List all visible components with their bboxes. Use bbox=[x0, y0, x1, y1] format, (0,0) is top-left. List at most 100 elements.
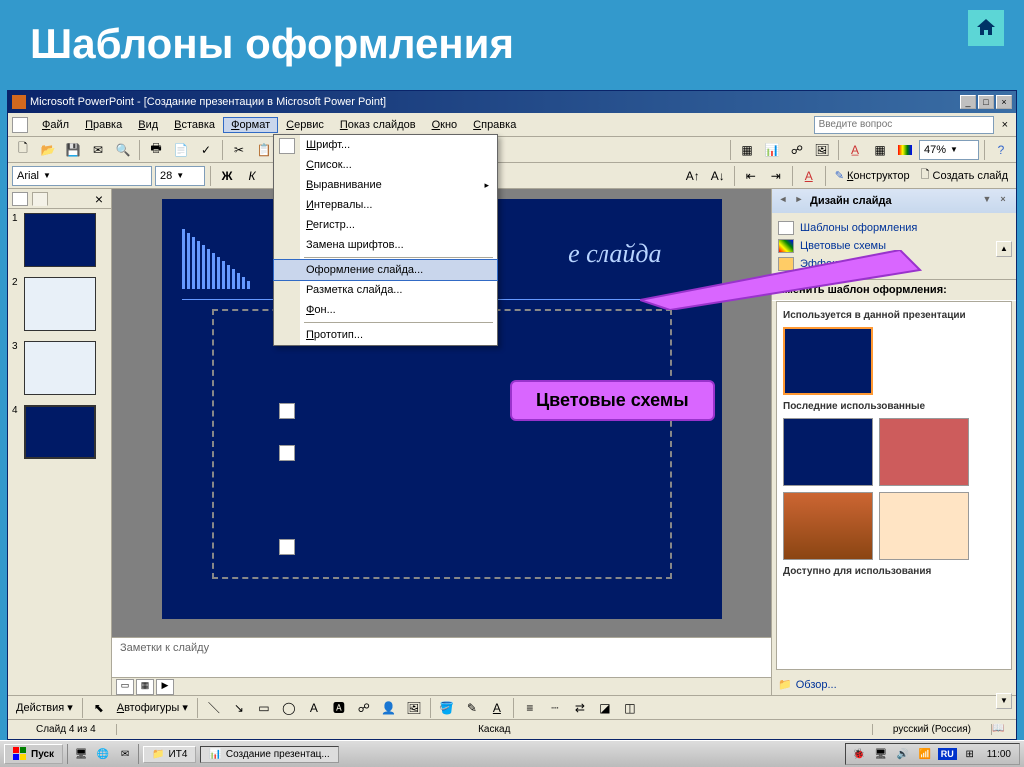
slideshow-view-icon[interactable]: ▶ bbox=[156, 679, 174, 695]
arrow-style-icon[interactable]: ⇄ bbox=[569, 697, 591, 719]
table-icon[interactable]: ▦ bbox=[736, 139, 758, 161]
slide-thumb-1[interactable] bbox=[24, 213, 96, 267]
browse-link[interactable]: 📁 Обзор... bbox=[772, 674, 1016, 695]
menu-view[interactable]: Вид bbox=[130, 117, 166, 133]
start-button[interactable]: Пуск bbox=[4, 744, 63, 764]
scroll-up-icon[interactable]: ▲ bbox=[996, 241, 1012, 257]
zoom-select[interactable]: 47%▼ bbox=[919, 140, 979, 160]
save-icon[interactable]: 💾 bbox=[62, 139, 84, 161]
tray-icon[interactable]: ⊞ bbox=[961, 745, 979, 763]
font-color-icon[interactable]: A bbox=[798, 165, 820, 187]
close-button[interactable]: × bbox=[996, 95, 1012, 109]
menu-slide-design[interactable]: Оформление слайда... bbox=[273, 259, 498, 281]
normal-view-icon[interactable]: ▭ bbox=[116, 679, 134, 695]
notes-area[interactable]: Заметки к слайду bbox=[112, 637, 771, 677]
recolor-icon[interactable]: A̲ bbox=[844, 139, 866, 161]
menu-replace-fonts[interactable]: Замена шрифтов... bbox=[274, 235, 497, 255]
panel-close-button[interactable]: × bbox=[91, 191, 107, 207]
forward-icon[interactable]: ► bbox=[792, 194, 806, 208]
clipart-icon[interactable]: 👤 bbox=[378, 697, 400, 719]
tray-icon[interactable]: 📶 bbox=[916, 745, 934, 763]
font-size-select[interactable]: 28▼ bbox=[155, 166, 205, 186]
rectangle-icon[interactable]: ▭ bbox=[253, 697, 275, 719]
tray-icon[interactable]: 🐞 bbox=[850, 745, 868, 763]
tray-icon[interactable]: 🔊 bbox=[894, 745, 912, 763]
increase-font-icon[interactable]: A↑ bbox=[682, 165, 704, 187]
minimize-button[interactable]: _ bbox=[960, 95, 976, 109]
link-templates[interactable]: Шаблоны оформления bbox=[778, 219, 1010, 237]
menu-edit[interactable]: Правка bbox=[77, 117, 130, 133]
menu-list[interactable]: Список... bbox=[274, 155, 497, 175]
grid-icon[interactable]: ▦ bbox=[869, 139, 891, 161]
sorter-view-icon[interactable]: ▦ bbox=[136, 679, 154, 695]
document-icon[interactable] bbox=[12, 117, 28, 133]
line-icon[interactable]: ＼ bbox=[203, 697, 225, 719]
dropdown-icon[interactable]: ▼ bbox=[980, 194, 994, 208]
preview-icon[interactable]: 📄 bbox=[170, 139, 192, 161]
menu-window[interactable]: Окно bbox=[424, 117, 466, 133]
color-icon[interactable] bbox=[894, 139, 916, 161]
dash-style-icon[interactable]: ┈ bbox=[544, 697, 566, 719]
picture-icon[interactable]: 🖼 bbox=[403, 697, 425, 719]
chart-icon[interactable]: 📊 bbox=[761, 139, 783, 161]
decrease-indent-icon[interactable]: ⇤ bbox=[740, 165, 762, 187]
outline-tab-icon[interactable] bbox=[12, 192, 28, 206]
help-icon[interactable]: ? bbox=[990, 139, 1012, 161]
search-icon[interactable]: 🔍 bbox=[112, 139, 134, 161]
font-color-icon[interactable]: A bbox=[486, 697, 508, 719]
menu-alignment[interactable]: Выравнивание▸ bbox=[274, 175, 497, 195]
home-button[interactable] bbox=[968, 10, 1004, 46]
menu-slide-layout[interactable]: Разметка слайда... bbox=[274, 280, 497, 300]
mdi-close-button[interactable]: × bbox=[998, 119, 1012, 131]
3d-icon[interactable]: ◫ bbox=[619, 697, 641, 719]
tray-icon[interactable]: 🖥 bbox=[872, 745, 890, 763]
back-icon[interactable]: ◄ bbox=[776, 194, 790, 208]
oval-icon[interactable]: ◯ bbox=[278, 697, 300, 719]
line-color-icon[interactable]: ✎ bbox=[461, 697, 483, 719]
maximize-button[interactable]: □ bbox=[978, 95, 994, 109]
template-thumb[interactable] bbox=[783, 418, 873, 486]
scroll-down-icon[interactable]: ▼ bbox=[996, 693, 1012, 695]
menu-case[interactable]: Регистр... bbox=[274, 215, 497, 235]
menu-format[interactable]: Формат bbox=[223, 117, 278, 133]
menu-tools[interactable]: Сервис bbox=[278, 117, 332, 133]
clipart-icon[interactable]: 🖼 bbox=[811, 139, 833, 161]
diagram-icon[interactable]: ☍ bbox=[353, 697, 375, 719]
menu-background[interactable]: Фон... bbox=[274, 300, 497, 320]
menu-font[interactable]: Шрифт... bbox=[274, 135, 497, 155]
spellcheck-status-icon[interactable]: 📖 bbox=[992, 723, 1008, 737]
italic-icon[interactable]: К bbox=[241, 165, 263, 187]
template-thumb[interactable] bbox=[879, 418, 969, 486]
taskbar-folder[interactable]: 📁 ИТ4 bbox=[143, 746, 196, 763]
new-slide-button[interactable]: 🗋Создать слайд bbox=[917, 166, 1012, 185]
pointer-icon[interactable]: ⬉ bbox=[88, 697, 110, 719]
print-icon[interactable]: 🖶 bbox=[145, 139, 167, 161]
menu-slideshow[interactable]: Показ слайдов bbox=[332, 117, 424, 133]
mail-icon[interactable]: ✉ bbox=[87, 139, 109, 161]
copy-icon[interactable]: 📋 bbox=[253, 139, 275, 161]
menu-help[interactable]: Справка bbox=[465, 117, 524, 133]
slides-tab-icon[interactable] bbox=[32, 192, 48, 206]
outlook-icon[interactable]: ✉ bbox=[116, 745, 134, 763]
open-icon[interactable]: 📂 bbox=[37, 139, 59, 161]
ie-icon[interactable]: 🌐 bbox=[94, 745, 112, 763]
orgchart-icon[interactable]: ☍ bbox=[786, 139, 808, 161]
menu-intervals[interactable]: Интервалы... bbox=[274, 195, 497, 215]
taskbar-app[interactable]: 📊 Создание презентац... bbox=[200, 746, 338, 763]
menu-master[interactable]: Прототип... bbox=[274, 325, 497, 345]
slide-thumb-2[interactable] bbox=[24, 277, 96, 331]
cut-icon[interactable]: ✂ bbox=[228, 139, 250, 161]
increase-indent-icon[interactable]: ⇥ bbox=[765, 165, 787, 187]
slide-thumb-3[interactable] bbox=[24, 341, 96, 395]
close-icon[interactable]: × bbox=[996, 194, 1010, 208]
template-thumb[interactable] bbox=[879, 492, 969, 560]
fill-color-icon[interactable]: 🪣 bbox=[436, 697, 458, 719]
font-name-select[interactable]: Arial▼ bbox=[12, 166, 152, 186]
decrease-font-icon[interactable]: A↓ bbox=[707, 165, 729, 187]
line-style-icon[interactable]: ≡ bbox=[519, 697, 541, 719]
template-thumb[interactable] bbox=[783, 327, 873, 395]
spelling-icon[interactable]: ✓ bbox=[195, 139, 217, 161]
textbox-icon[interactable]: A bbox=[303, 697, 325, 719]
desktop-icon[interactable]: 🖥 bbox=[72, 745, 90, 763]
language-indicator[interactable]: RU bbox=[938, 748, 957, 760]
